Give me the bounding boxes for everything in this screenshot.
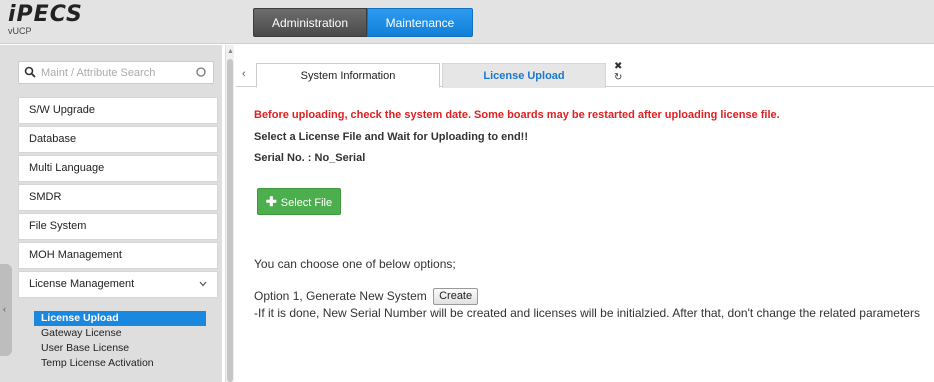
tab-bar: ‹ System Information License Upload ✖ ↻ bbox=[236, 62, 934, 88]
main-content: ‹ System Information License Upload ✖ ↻ … bbox=[236, 45, 934, 382]
sidebar-menu: S/W Upgrade Database Multi Language SMDR… bbox=[18, 97, 218, 300]
chevron-down-icon bbox=[199, 281, 207, 287]
app-logo: iPECS vUCP bbox=[8, 4, 128, 40]
nav-maintenance[interactable]: Maintenance bbox=[367, 8, 473, 37]
chevron-left-icon: ‹ bbox=[3, 304, 6, 314]
sidebar: S/W Upgrade Database Multi Language SMDR… bbox=[0, 45, 222, 382]
sidebar-scrollbar[interactable]: ▲ bbox=[225, 45, 234, 382]
search-icon[interactable] bbox=[24, 66, 36, 78]
close-icon[interactable]: ✖ bbox=[614, 62, 622, 72]
search-box bbox=[18, 61, 214, 84]
select-file-label: Select File bbox=[280, 197, 333, 209]
top-bar: iPECS vUCP Administration Maintenance bbox=[0, 0, 934, 44]
logo-subtitle: vUCP bbox=[8, 26, 32, 36]
submenu-item-user-base-license[interactable]: User Base License bbox=[34, 341, 206, 356]
options-intro: You can choose one of below options; bbox=[254, 257, 456, 271]
option-1-text: Option 1, Generate New System bbox=[254, 289, 427, 303]
submenu-item-license-upload[interactable]: License Upload bbox=[34, 311, 206, 326]
sidebar-item-sw-upgrade[interactable]: S/W Upgrade bbox=[18, 97, 218, 124]
option-1-note: -If it is done, New Serial Number will b… bbox=[254, 306, 920, 320]
submenu-item-gateway-license[interactable]: Gateway License bbox=[34, 326, 206, 341]
option-1-row: Option 1, Generate New System Create bbox=[254, 288, 479, 305]
create-button[interactable]: Create bbox=[433, 288, 479, 305]
sidebar-item-moh-management[interactable]: MOH Management bbox=[18, 242, 218, 269]
tab-scroll-left-icon[interactable]: ‹ bbox=[242, 68, 246, 80]
warning-message: Before uploading, check the system date.… bbox=[254, 109, 780, 121]
tab-license-upload[interactable]: License Upload bbox=[442, 63, 606, 88]
plus-icon: ✚ bbox=[265, 194, 277, 209]
sidebar-item-label: License Management bbox=[29, 278, 135, 290]
scroll-up-icon[interactable]: ▲ bbox=[227, 48, 234, 55]
tab-system-information[interactable]: System Information bbox=[256, 63, 440, 88]
license-submenu: License Upload Gateway License User Base… bbox=[34, 311, 206, 371]
instruction-text: Select a License File and Wait for Uploa… bbox=[254, 131, 529, 143]
clear-search-icon[interactable] bbox=[195, 66, 207, 78]
nav-administration[interactable]: Administration bbox=[253, 8, 367, 37]
scrollbar-thumb[interactable] bbox=[227, 59, 233, 382]
sidebar-item-license-management[interactable]: License Management bbox=[18, 271, 218, 298]
sidebar-item-multi-language[interactable]: Multi Language bbox=[18, 155, 218, 182]
sidebar-collapse-handle[interactable]: ‹ bbox=[0, 264, 12, 356]
submenu-item-temp-license-activation[interactable]: Temp License Activation bbox=[34, 356, 206, 371]
sidebar-item-smdr[interactable]: SMDR bbox=[18, 184, 218, 211]
sidebar-item-database[interactable]: Database bbox=[18, 126, 218, 153]
logo-text: iPECS bbox=[8, 2, 83, 27]
top-nav: Administration Maintenance bbox=[253, 8, 473, 37]
search-input[interactable] bbox=[41, 65, 191, 81]
select-file-button[interactable]: ✚ Select File bbox=[257, 188, 341, 215]
sidebar-item-file-system[interactable]: File System bbox=[18, 213, 218, 240]
refresh-icon[interactable]: ↻ bbox=[614, 73, 622, 83]
serial-number: Serial No. : No_Serial bbox=[254, 152, 366, 164]
